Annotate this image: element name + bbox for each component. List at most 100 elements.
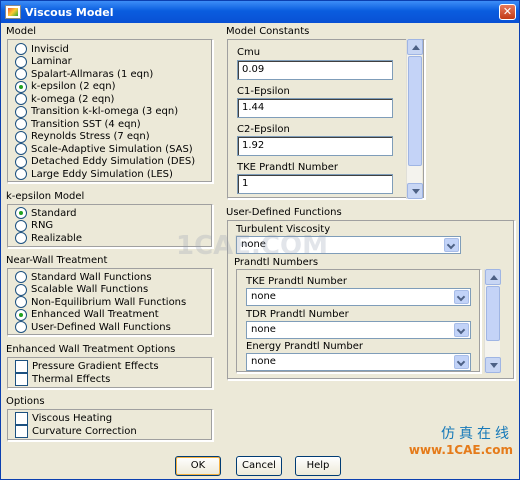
scroll-thumb[interactable]	[408, 56, 422, 166]
radio-button-icon[interactable]	[15, 55, 27, 68]
c1-epsilon-label: C1-Epsilon	[237, 86, 290, 97]
radio-k-omega-2-eqn[interactable]: k-omega (2 eqn)	[15, 93, 114, 105]
radio-reynolds-stress-7-eqn[interactable]: Reynolds Stress (7 eqn)	[15, 130, 150, 143]
udf-group-label: User-Defined Functions	[226, 207, 342, 218]
radio-k-epsilon-2-eqn[interactable]: k-epsilon (2 eqn)	[15, 80, 116, 93]
arrow-down-icon	[490, 363, 498, 368]
radio-user-defined-wall-functions[interactable]: User-Defined Wall Functions	[15, 321, 171, 333]
radio-label: Detached Eddy Simulation (DES)	[31, 156, 196, 167]
radio-standard[interactable]: Standard	[15, 207, 77, 219]
radio-transition-k-kl-omega-3-eqn[interactable]: Transition k-kl-omega (3 eqn)	[15, 105, 179, 118]
cmu-input[interactable]: 0.09	[237, 60, 393, 80]
udf-energy-prandtl-dropdown[interactable]: none	[246, 353, 471, 371]
watermark-url: www.1CAE.com	[408, 443, 513, 457]
udf-tdr-prandtl-dropdown[interactable]: none	[246, 321, 471, 339]
model-constants-label: Model Constants	[226, 26, 310, 37]
radio-button-icon[interactable]	[15, 93, 27, 105]
checkbox-viscous-heating[interactable]: Viscous Heating	[15, 412, 112, 425]
checkbox-icon[interactable]	[15, 360, 28, 373]
radio-button-icon[interactable]	[15, 283, 27, 296]
radio-enhanced-wall-treatment[interactable]: Enhanced Wall Treatment	[15, 308, 159, 321]
radio-standard-wall-functions[interactable]: Standard Wall Functions	[15, 271, 152, 283]
checkbox-pressure-gradient-effects[interactable]: Pressure Gradient Effects	[15, 360, 159, 373]
ok-button[interactable]: OK	[175, 456, 221, 476]
radio-label: Spalart-Allmaras (1 eqn)	[31, 68, 154, 80]
radio-label: Enhanced Wall Treatment	[31, 309, 159, 320]
radio-button-icon[interactable]	[15, 296, 27, 308]
cancel-button[interactable]: Cancel	[236, 456, 282, 476]
checkbox-label: Curvature Correction	[32, 425, 137, 437]
radio-label: k-epsilon (2 eqn)	[31, 81, 116, 92]
close-button[interactable]: ✕	[499, 4, 516, 20]
scroll-up-button[interactable]	[485, 269, 501, 285]
radio-realizable[interactable]: Realizable	[15, 232, 82, 244]
dropdown-button[interactable]	[454, 355, 469, 369]
viscous-model-dialog: Viscous Model ✕ Model Inviscid Laminar Spa…	[0, 0, 520, 480]
watermark-chinese: 仿真在线	[441, 426, 513, 442]
checkbox-curvature-correction[interactable]: Curvature Correction	[15, 424, 137, 438]
app-icon	[5, 5, 21, 19]
checkbox-icon[interactable]	[15, 424, 28, 438]
udf-tdr-prandtl-label: TDR Prandtl Number	[246, 309, 349, 320]
radio-button-icon[interactable]	[15, 130, 27, 143]
radio-detached-eddy-simulation-des[interactable]: Detached Eddy Simulation (DES)	[15, 155, 196, 168]
radio-button-icon[interactable]	[15, 105, 27, 118]
chevron-down-icon	[456, 325, 466, 335]
c2-epsilon-input[interactable]: 1.92	[237, 136, 393, 156]
udf-tke-prandtl-label: TKE Prandtl Number	[246, 276, 347, 287]
scroll-up-button[interactable]	[407, 39, 423, 55]
scroll-down-button[interactable]	[407, 183, 423, 199]
scroll-down-button[interactable]	[485, 357, 501, 373]
radio-label: Reynolds Stress (7 eqn)	[31, 131, 150, 142]
radio-button-icon[interactable]	[15, 68, 27, 80]
radio-inviscid[interactable]: Inviscid	[15, 43, 69, 55]
radio-button-icon[interactable]	[15, 321, 27, 333]
kepsilon-group-label: k-epsilon Model	[6, 191, 85, 202]
radio-button-icon[interactable]	[15, 219, 27, 232]
checkbox-icon[interactable]	[15, 412, 28, 425]
radio-button-icon[interactable]	[15, 80, 27, 93]
c2-epsilon-label: C2-Epsilon	[237, 124, 290, 135]
cmu-label: Cmu	[237, 47, 261, 58]
radio-button-icon[interactable]	[15, 168, 27, 180]
prandtl-scrollbar[interactable]	[484, 269, 501, 373]
udf-tdr-prandtl-value: none	[251, 324, 276, 335]
radio-transition-sst-4-eqn[interactable]: Transition SST (4 eqn)	[15, 118, 141, 130]
radio-label: Scalable Wall Functions	[31, 284, 149, 295]
radio-label: Transition k-kl-omega (3 eqn)	[31, 106, 179, 117]
radio-label: Scale-Adaptive Simulation (SAS)	[31, 143, 193, 155]
radio-non-equilibrium-wall-functions[interactable]: Non-Equilibrium Wall Functions	[15, 296, 186, 308]
watermark: 仿真在线 www.1CAE.com	[401, 423, 513, 457]
tke-prandtl-label: TKE Prandtl Number	[237, 162, 338, 173]
radio-large-eddy-simulation-les[interactable]: Large Eddy Simulation (LES)	[15, 168, 173, 180]
dropdown-button[interactable]	[444, 238, 459, 252]
radio-button-icon[interactable]	[15, 118, 27, 130]
radio-button-icon[interactable]	[15, 143, 27, 155]
radio-label: Large Eddy Simulation (LES)	[31, 168, 173, 180]
help-button[interactable]: Help	[295, 456, 341, 476]
radio-scalable-wall-functions[interactable]: Scalable Wall Functions	[15, 283, 149, 296]
radio-rng[interactable]: RNG	[15, 219, 53, 232]
radio-button-icon[interactable]	[15, 155, 27, 168]
c1-epsilon-input[interactable]: 1.44	[237, 98, 393, 118]
checkbox-thermal-effects[interactable]: Thermal Effects	[15, 372, 110, 386]
udf-tke-prandtl-dropdown[interactable]: none	[246, 288, 471, 306]
tke-prandtl-input[interactable]: 1	[237, 174, 393, 194]
dropdown-button[interactable]	[454, 290, 469, 304]
title-bar[interactable]: Viscous Model ✕	[1, 1, 519, 23]
radio-button-icon[interactable]	[15, 43, 27, 55]
radio-button-icon[interactable]	[15, 271, 27, 283]
radio-button-icon[interactable]	[15, 232, 27, 244]
udf-energy-prandtl-value: none	[251, 356, 276, 367]
checkbox-icon[interactable]	[15, 372, 28, 386]
dropdown-button[interactable]	[454, 323, 469, 337]
radio-button-icon[interactable]	[15, 308, 27, 321]
model-constants-scrollbar[interactable]	[406, 39, 423, 199]
scroll-thumb[interactable]	[486, 286, 500, 341]
radio-laminar[interactable]: Laminar	[15, 55, 72, 68]
radio-button-icon[interactable]	[15, 207, 27, 219]
radio-scale-adaptive-simulation-sas[interactable]: Scale-Adaptive Simulation (SAS)	[15, 143, 193, 155]
radio-label: Non-Equilibrium Wall Functions	[31, 296, 187, 308]
options-group-label: Options	[6, 396, 45, 407]
radio-spalart-allmaras-1-eqn[interactable]: Spalart-Allmaras (1 eqn)	[15, 68, 153, 80]
